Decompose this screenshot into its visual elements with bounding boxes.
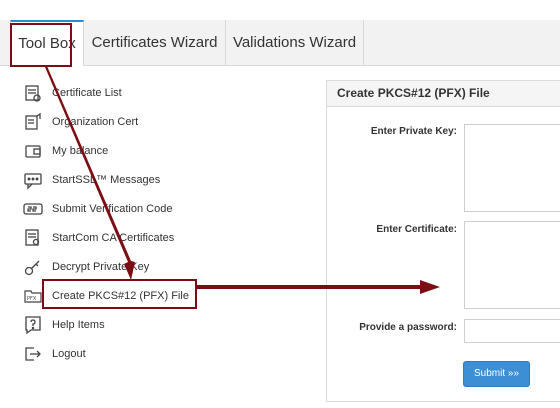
sidebar-item-label: Organization Cert (52, 116, 139, 128)
pfx-form-panel: Create PKCS#12 (PFX) File Enter Private … (326, 80, 560, 402)
sidebar-item-label: Help Items (52, 319, 105, 331)
certificate-textarea[interactable] (464, 221, 560, 309)
sidebar-item-logout[interactable]: Logout (22, 342, 212, 366)
key-icon (22, 256, 44, 278)
tab-bar: Tool Box Certificates Wizard Validations… (0, 20, 560, 66)
svg-text:PFX: PFX (27, 296, 37, 302)
sidebar-item-messages[interactable]: StartSSL™ Messages (22, 168, 212, 192)
private-key-label: Enter Private Key: (370, 126, 457, 137)
password-label: Provide a password: (359, 322, 457, 333)
panel-title: Create PKCS#12 (PFX) File (327, 81, 560, 107)
tab-validations-wizard[interactable]: Validations Wizard (226, 20, 364, 65)
help-icon (22, 314, 44, 336)
logout-icon (22, 343, 44, 365)
ssl-code-icon (22, 198, 44, 220)
sidebar-item-certificate-list[interactable]: Certificate List (22, 81, 212, 105)
sidebar-item-decrypt-private-key[interactable]: Decrypt Private Key (22, 255, 212, 279)
submit-button[interactable]: Submit »» (463, 361, 530, 387)
sidebar-item-label: StartCom CA Certificates (52, 232, 175, 244)
ca-certificates-icon (22, 227, 44, 249)
sidebar-item-label: Submit Verification Code (52, 203, 173, 215)
sidebar-item-label: Logout (52, 348, 86, 360)
sidebar-item-submit-verification-code[interactable]: Submit Verification Code (22, 197, 212, 221)
sidebar-item-ca-certificates[interactable]: StartCom CA Certificates (22, 226, 212, 250)
certificate-list-icon (22, 82, 44, 104)
top-strip (0, 0, 560, 20)
certificate-label: Enter Certificate: (376, 224, 457, 235)
pfx-file-icon: PFX (22, 285, 44, 307)
private-key-textarea[interactable] (464, 124, 560, 212)
sidebar-item-label: My balance (52, 145, 109, 157)
organization-cert-icon (22, 111, 44, 133)
sidebar-item-organization-cert[interactable]: Organization Cert (22, 110, 212, 134)
sidebar-item-label: Certificate List (52, 87, 122, 99)
sidebar-item-label: StartSSL™ Messages (52, 174, 161, 186)
wallet-icon (22, 140, 44, 162)
pfx-highlight-box (42, 279, 197, 309)
password-input[interactable] (464, 319, 560, 343)
tab-certificates-wizard[interactable]: Certificates Wizard (84, 20, 226, 65)
sidebar-item-help-items[interactable]: Help Items (22, 313, 212, 337)
sidebar-item-label: Decrypt Private Key (52, 261, 150, 273)
sidebar-item-my-balance[interactable]: My balance (22, 139, 212, 163)
message-icon (22, 169, 44, 191)
toolbox-highlight-box (10, 23, 72, 67)
